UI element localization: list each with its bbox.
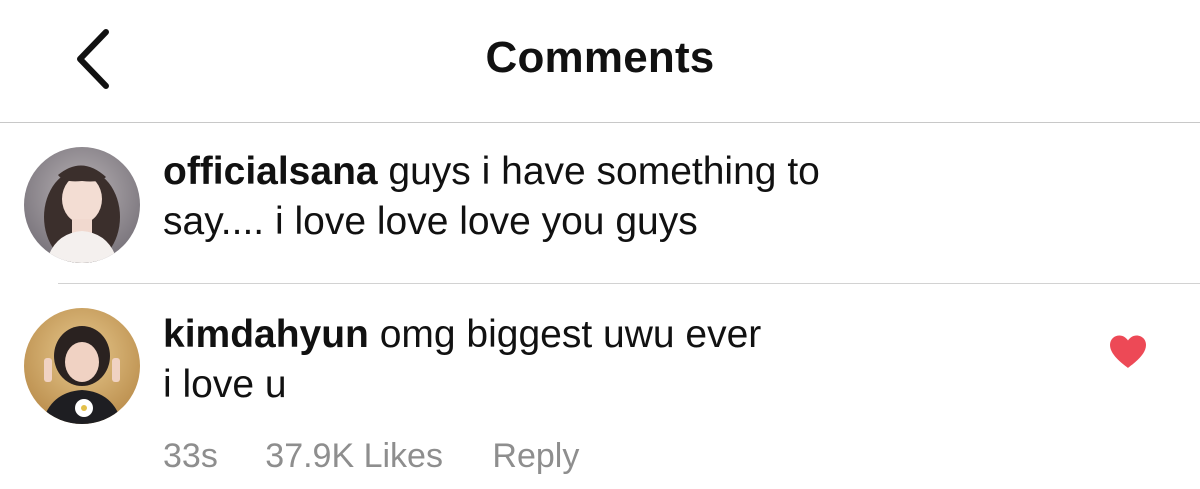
comment-text: guys i have something to [388,150,820,193]
comment-username[interactable]: kimdahyun [163,313,369,356]
comment-text-continued: say.... i love love love you guys [163,200,698,243]
comment-divider [58,283,1200,284]
comment-text: omg biggest uwu ever [379,313,762,356]
comment-username[interactable]: officialsana [163,150,378,193]
header-bar: Comments [0,0,1200,123]
comment-body: officialsana guys i have something to sa… [163,147,820,247]
like-button[interactable] [1108,334,1148,370]
comment-body: kimdahyun omg biggest uwu ever i love u [163,310,761,410]
comment-likes-count[interactable]: 37.9K Likes [265,437,443,476]
comment-timestamp: 33s [163,437,218,475]
comment-text-continued: i love u [163,363,287,406]
avatar[interactable] [24,147,140,263]
comment-meta: 33s 37.9K Likes Reply [163,437,579,476]
comment-line: officialsana guys i have something to [163,147,820,197]
comment-line: kimdahyun omg biggest uwu ever [163,310,761,360]
page-title: Comments [485,33,715,82]
avatar[interactable] [24,308,140,424]
heart-filled-icon [1110,335,1146,368]
reply-button[interactable]: Reply [492,437,579,476]
